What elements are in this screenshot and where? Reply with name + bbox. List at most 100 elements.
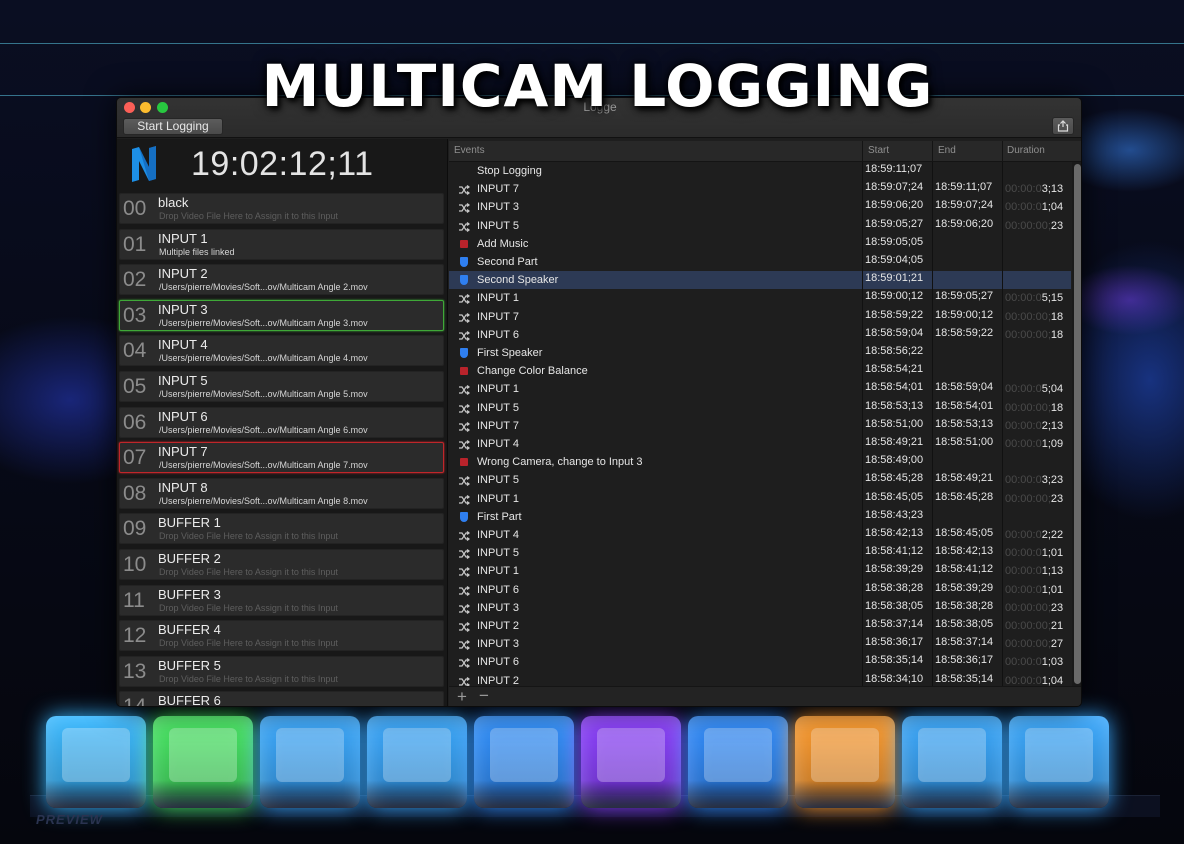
- column-divider: [862, 141, 863, 162]
- event-duration: 00:00:03;23: [1005, 474, 1063, 486]
- table-row[interactable]: INPUT 3 18:58:36;17 18:58:37;14 00:00:00;27: [449, 635, 1071, 653]
- input-slot[interactable]: 01 INPUT 1 Multiple files linked: [119, 228, 444, 260]
- input-slot[interactable]: 07 INPUT 7/Users/pierre/Movies/Soft...ov/…: [119, 442, 444, 474]
- table-row[interactable]: Add Music 18:59:05;05: [449, 235, 1071, 253]
- input-slot[interactable]: 00 black Drop Video File Here to Assign it…: [119, 193, 444, 224]
- input-file-path: /Users/pierre/Movies/Soft...ov/Multicam …: [159, 424, 368, 435]
- table-row[interactable]: INPUT 6 18:58:59;04 18:58:59;22 00:00:00;18: [449, 326, 1071, 344]
- event-start: 18:59:05;05: [865, 235, 924, 248]
- event-end: 18:58:53;13: [935, 417, 994, 430]
- blue-marker-icon: [458, 274, 470, 286]
- table-row[interactable]: INPUT 5 18:58:41;12 18:58:42;13 00:00:01;01: [449, 544, 1071, 562]
- input-slot[interactable]: 04 INPUT 4/Users/pierre/Movies/Soft...ov/…: [119, 335, 444, 367]
- event-end: 18:58:59;04: [935, 381, 994, 394]
- start-logging-button[interactable]: Start Logging: [123, 118, 223, 135]
- duration-value: 21: [1050, 620, 1064, 632]
- duration-leading-zeros: 00:00:0: [1005, 583, 1042, 596]
- table-row[interactable]: First Speaker 18:58:56;22: [449, 344, 1071, 362]
- event-name: INPUT 3: [477, 601, 519, 614]
- input-slot[interactable]: 03 INPUT 3/Users/pierre/Movies/Soft...ov/…: [119, 299, 444, 331]
- event-name: INPUT 3: [477, 638, 519, 651]
- table-row[interactable]: INPUT 2 18:58:34;10 18:58:35;14 00:00:01;04: [449, 672, 1071, 686]
- duration-value: 1;13: [1041, 565, 1064, 578]
- input-name: INPUT 4: [158, 337, 208, 353]
- camera-switch-icon: [458, 675, 470, 686]
- event-duration: 00:00:01;01: [1005, 547, 1063, 559]
- event-name: INPUT 1: [477, 565, 519, 578]
- input-slot[interactable]: 12 BUFFER 4 Drop Video File Here to Assign…: [119, 620, 444, 652]
- table-row[interactable]: INPUT 5 18:58:53;13 18:58:54;01 00:00:00;18: [449, 399, 1071, 417]
- input-slot[interactable]: 09 BUFFER 1 Drop Video File Here to Assign…: [119, 513, 444, 545]
- column-header-start[interactable]: Start: [868, 145, 889, 156]
- add-event-button[interactable]: +: [457, 687, 467, 706]
- event-name: First Speaker: [477, 347, 543, 359]
- table-row[interactable]: INPUT 5 18:58:45;28 18:58:49;21 00:00:03;23: [449, 471, 1071, 489]
- logger-window: Logge Start Logging 19:02:12;11 00 black D…: [116, 97, 1082, 707]
- table-row[interactable]: INPUT 3 18:58:38;05 18:58:38;28 00:00:00;23: [449, 599, 1071, 617]
- input-number: 12: [123, 624, 147, 648]
- input-slot[interactable]: 11 BUFFER 3 Drop Video File Here to Assign…: [119, 584, 444, 616]
- input-name: INPUT 8: [158, 479, 208, 495]
- table-row[interactable]: Second Speaker 18:59:01;21: [449, 271, 1071, 290]
- duration-value: 1;03: [1041, 656, 1064, 669]
- input-file-path: /Users/pierre/Movies/Soft...ov/Multicam …: [159, 282, 368, 293]
- table-row[interactable]: First Part 18:58:43;23: [449, 508, 1071, 526]
- scrollbar-thumb[interactable]: [1074, 164, 1081, 684]
- input-slot[interactable]: 06 INPUT 6/Users/pierre/Movies/Soft...ov/…: [119, 406, 444, 438]
- event-name: INPUT 2: [477, 620, 519, 632]
- event-name: INPUT 5: [477, 474, 519, 487]
- input-slot[interactable]: 05 INPUT 5/Users/pierre/Movies/Soft...ov/…: [119, 371, 444, 402]
- input-slot[interactable]: 14 BUFFER 6: [119, 691, 444, 706]
- table-row[interactable]: INPUT 1 18:58:45;05 18:58:45;28 00:00:00;23: [449, 490, 1071, 508]
- event-end: 18:58:45;05: [935, 527, 994, 539]
- table-row[interactable]: INPUT 7 18:58:51;00 18:58:53;13 00:00:02;13: [449, 417, 1071, 435]
- control-surface-keys: [30, 700, 1160, 820]
- input-slot[interactable]: 10 BUFFER 2 Drop Video File Here to Assign…: [119, 549, 444, 580]
- input-slot[interactable]: 08 INPUT 8/Users/pierre/Movies/Soft...ov/…: [119, 477, 444, 509]
- event-start: 18:58:59;04: [865, 326, 924, 339]
- input-slot[interactable]: 13 BUFFER 5 Drop Video File Here to Assign…: [119, 655, 444, 687]
- duration-value: 23: [1050, 492, 1064, 505]
- table-row[interactable]: INPUT 1 18:59:00;12 18:59:05;27 00:00:05;15: [449, 289, 1071, 307]
- event-name: Stop Logging: [477, 165, 542, 177]
- table-row[interactable]: INPUT 4 18:58:49;21 18:58:51;00 00:00:01;09: [449, 435, 1071, 453]
- table-row[interactable]: INPUT 6 18:58:35;14 18:58:36;17 00:00:01;03: [449, 653, 1071, 671]
- event-end: 18:58:38;05: [935, 618, 994, 630]
- table-row[interactable]: Change Color Balance 18:58:54;21: [449, 362, 1071, 380]
- table-row[interactable]: INPUT 7 18:58:59;22 18:59:00;12 00:00:00;18: [449, 308, 1071, 326]
- table-row[interactable]: INPUT 7 18:59:07;24 18:59:11;07 00:00:03;13: [449, 180, 1071, 198]
- camera-switch-icon: [458, 201, 470, 214]
- table-row[interactable]: INPUT 6 18:58:38;28 18:58:39;29 00:00:01;01: [449, 581, 1071, 599]
- event-end: 18:58:42;13: [935, 545, 994, 558]
- table-row[interactable]: INPUT 1 18:58:54;01 18:58:59;04 00:00:05;04: [449, 380, 1071, 398]
- table-row[interactable]: Wrong Camera, change to Input 3 18:58:49;…: [449, 453, 1071, 471]
- event-start: 18:59:00;12: [865, 290, 924, 303]
- input-name: INPUT 1: [158, 230, 208, 246]
- input-number: 05: [123, 375, 147, 398]
- column-header-events[interactable]: Events: [454, 145, 485, 156]
- control-key: [581, 716, 681, 808]
- table-row[interactable]: INPUT 4 18:58:42;13 18:58:45;05 00:00:02;22: [449, 526, 1071, 544]
- input-slot[interactable]: 02 INPUT 2/Users/pierre/Movies/Soft...ov/…: [119, 264, 444, 296]
- event-duration: 00:00:00;21: [1005, 620, 1063, 632]
- table-row[interactable]: INPUT 2 18:58:37;14 18:58:38;05 00:00:00;21: [449, 617, 1071, 635]
- table-row[interactable]: INPUT 3 18:59:06;20 18:59:07;24 00:00:01;04: [449, 198, 1071, 216]
- control-key: [367, 716, 467, 808]
- table-row[interactable]: INPUT 5 18:59:05;27 18:59:06;20 00:00:00;23: [449, 217, 1071, 235]
- camera-switch-icon: [458, 438, 470, 450]
- event-start: 18:58:49;21: [865, 436, 924, 448]
- input-number: 00: [123, 197, 147, 220]
- table-row[interactable]: Stop Logging 18:59:11;07: [449, 162, 1071, 180]
- event-start: 18:58:36;17: [865, 636, 924, 649]
- events-scrollbar[interactable]: [1072, 162, 1081, 686]
- table-row[interactable]: INPUT 1 18:58:39;29 18:58:41;12 00:00:01;13: [449, 562, 1071, 580]
- event-start: 18:59:01;21: [865, 272, 924, 285]
- table-row[interactable]: Second Part 18:59:04;05: [449, 253, 1071, 271]
- column-header-end[interactable]: End: [938, 145, 956, 156]
- event-name: INPUT 7: [477, 183, 519, 196]
- event-name: INPUT 1: [477, 383, 519, 396]
- event-start: 18:58:59;22: [865, 308, 924, 321]
- column-header-duration[interactable]: Duration: [1007, 145, 1045, 156]
- remove-event-button[interactable]: −: [479, 686, 489, 706]
- duration-leading-zeros: 00:00:00;: [1005, 638, 1051, 651]
